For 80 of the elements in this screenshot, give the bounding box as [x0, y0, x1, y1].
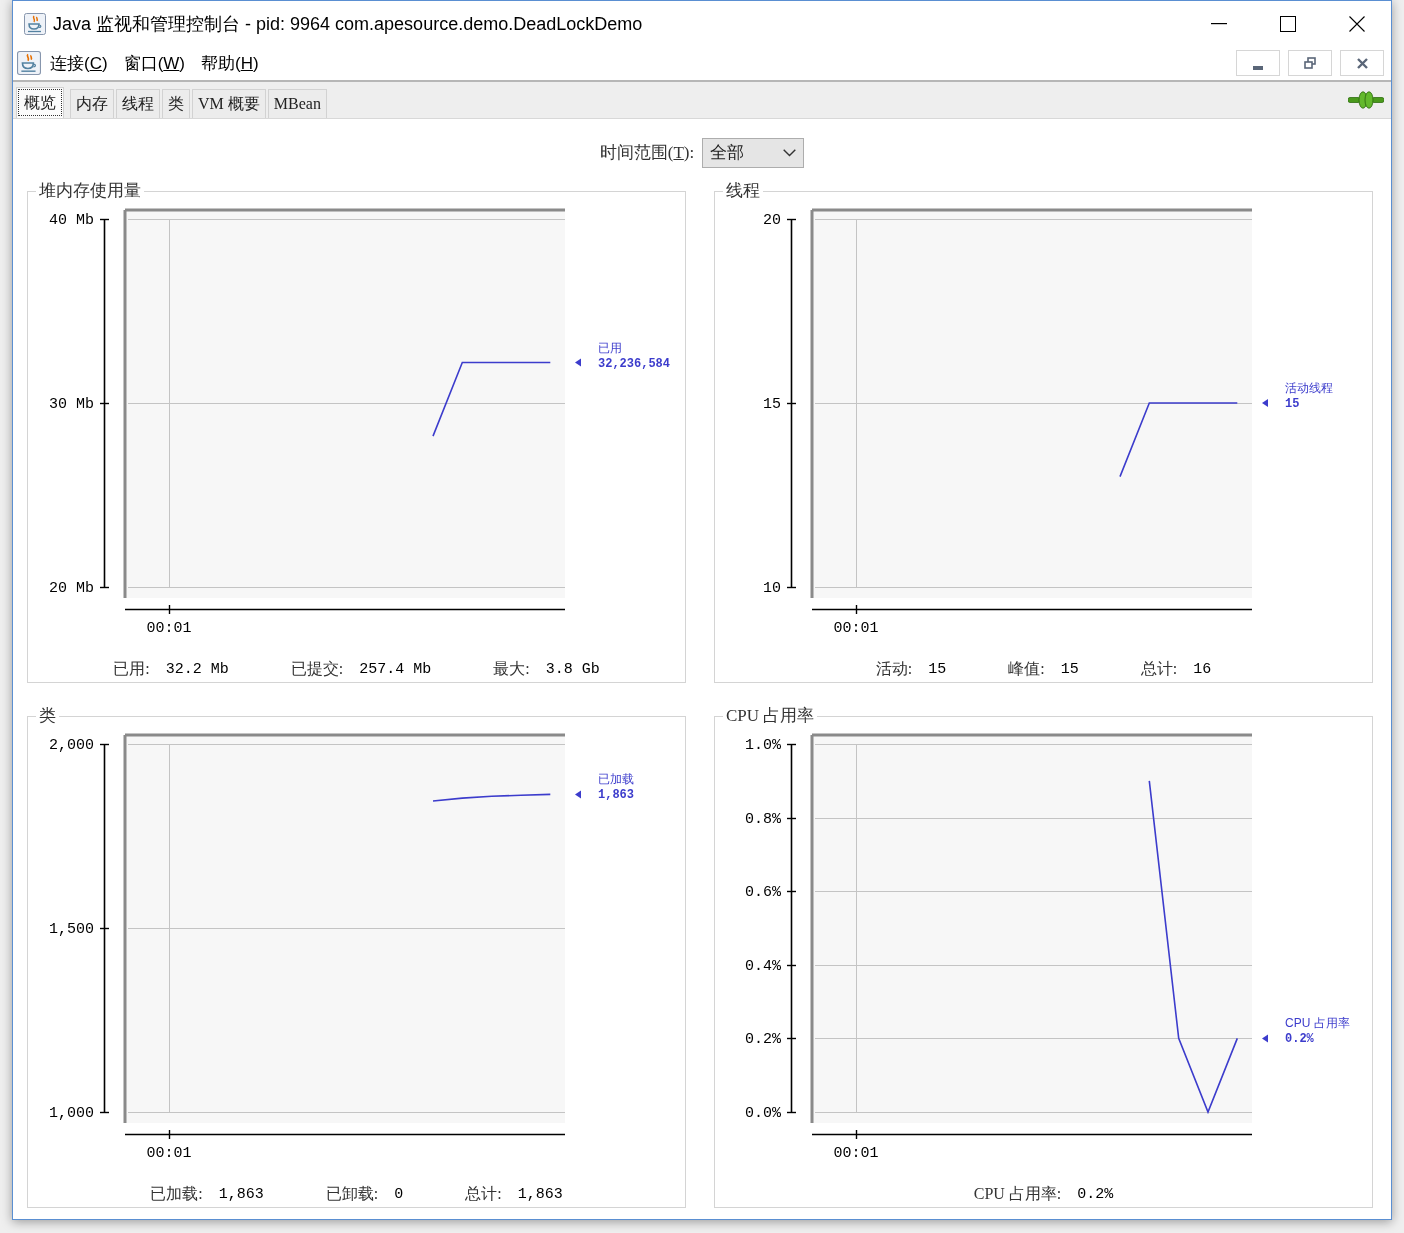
- axis-label: 2,000: [49, 737, 94, 754]
- stat-value: 3.8 Gb: [545, 660, 600, 678]
- axis-label: 0.8%: [745, 810, 781, 828]
- tab[interactable]: 内存: [70, 89, 114, 118]
- minimize-icon: [1210, 22, 1227, 25]
- axis-label: 0.2%: [745, 1031, 781, 1049]
- stat-value: 0: [394, 1185, 404, 1203]
- panel-title: 类: [38, 706, 57, 726]
- cup-icon: [24, 12, 46, 35]
- axis-label: 40 Mb: [49, 212, 94, 229]
- axis-label: 15: [763, 396, 781, 413]
- legend-label: 已加载: [598, 772, 634, 787]
- stat-value: 15: [928, 660, 947, 678]
- panel-title: 堆内存使用量: [38, 181, 142, 201]
- stat-value: 257.4 Mb: [359, 660, 432, 678]
- window-title: Java 监视和管理控制台 - pid: 9964 com.apesource.demo.DeadLockDemo: [53, 12, 643, 36]
- axis-label: 10: [763, 580, 781, 597]
- frame-close-button[interactable]: [1340, 50, 1384, 76]
- legend-value: 15: [1285, 397, 1300, 411]
- stat-value: 15: [1060, 660, 1079, 678]
- axis-label: 30 Mb: [49, 396, 94, 413]
- stat-value: 1,863: [517, 1185, 563, 1203]
- legend-value: 1,863: [598, 788, 634, 803]
- axis-label: 0.4%: [745, 957, 781, 975]
- axis-label: 20 Mb: [49, 580, 94, 597]
- tab[interactable]: MBean: [267, 89, 327, 118]
- legend-label: 活动线程: [1285, 381, 1333, 395]
- stat-value: 0.2%: [1077, 1185, 1114, 1203]
- minimize-icon: [1253, 66, 1263, 70]
- legend-marker-icon: [575, 790, 581, 799]
- stat-label: 已卸载:: [325, 1183, 379, 1204]
- tab[interactable]: 线程: [116, 89, 160, 118]
- stat-label: 总计:: [1140, 658, 1178, 679]
- axis-label: 1,500: [49, 921, 94, 938]
- stat-label: 总计:: [465, 1183, 502, 1204]
- legend-label: CPU 占用率: [1285, 1016, 1350, 1031]
- stat-label: 已加载:: [150, 1183, 203, 1204]
- axis-label: 0.6%: [745, 884, 781, 902]
- menu-item[interactable]: 窗口(W): [116, 49, 192, 77]
- axis-label: 1.0%: [745, 737, 781, 754]
- tab[interactable]: 概览: [16, 87, 64, 118]
- close-icon: [1356, 57, 1368, 69]
- legend-value: 32,236,584: [598, 356, 670, 371]
- panel-title: 线程: [725, 181, 761, 201]
- stat-label: 已提交:: [290, 658, 344, 679]
- restore-icon: [1304, 57, 1316, 69]
- maximize-icon: [1279, 15, 1296, 32]
- cup-icon: [17, 51, 41, 75]
- axis-label: 20: [763, 212, 781, 229]
- legend-marker-icon: [1262, 399, 1268, 407]
- time-range-label: 时间范围(T):: [599, 142, 695, 164]
- stat-value: 1,863: [218, 1185, 264, 1203]
- stat-label: CPU 占用率:: [973, 1183, 1062, 1204]
- legend-label: 已用: [598, 340, 622, 355]
- stat-value: 32.2 Mb: [165, 660, 229, 678]
- panel-title: CPU 占用率: [725, 706, 816, 726]
- plug-icon: [1348, 91, 1384, 109]
- legend-value: 0.2%: [1285, 1032, 1314, 1047]
- axis-label: 00:01: [833, 620, 879, 637]
- tab[interactable]: 类: [162, 89, 190, 118]
- chevron-down-icon: [783, 148, 797, 157]
- menu-item[interactable]: 帮助(H): [194, 49, 266, 77]
- frame-minimize-button[interactable]: [1236, 50, 1280, 76]
- stat-label: 已用:: [113, 658, 150, 679]
- tab[interactable]: VM 概要: [192, 89, 266, 118]
- stat-label: 峰值:: [1008, 658, 1045, 679]
- stat-value: 16: [1193, 660, 1212, 678]
- legend-marker-icon: [1262, 1034, 1268, 1043]
- menu-item[interactable]: 连接(C): [43, 49, 115, 77]
- axis-label: 1,000: [49, 1105, 94, 1122]
- axis-label: 00:01: [146, 620, 192, 637]
- axis-label: 00:01: [146, 1145, 192, 1162]
- axis-label: 00:01: [833, 1145, 879, 1162]
- frame-restore-button[interactable]: [1288, 50, 1332, 76]
- legend-marker-icon: [575, 358, 581, 367]
- stat-label: 活动:: [875, 658, 913, 679]
- axis-label: 0.0%: [745, 1105, 781, 1122]
- close-icon: [1348, 15, 1365, 32]
- time-range-dropdown[interactable]: 全部: [702, 137, 805, 168]
- stat-label: 最大:: [493, 658, 530, 679]
